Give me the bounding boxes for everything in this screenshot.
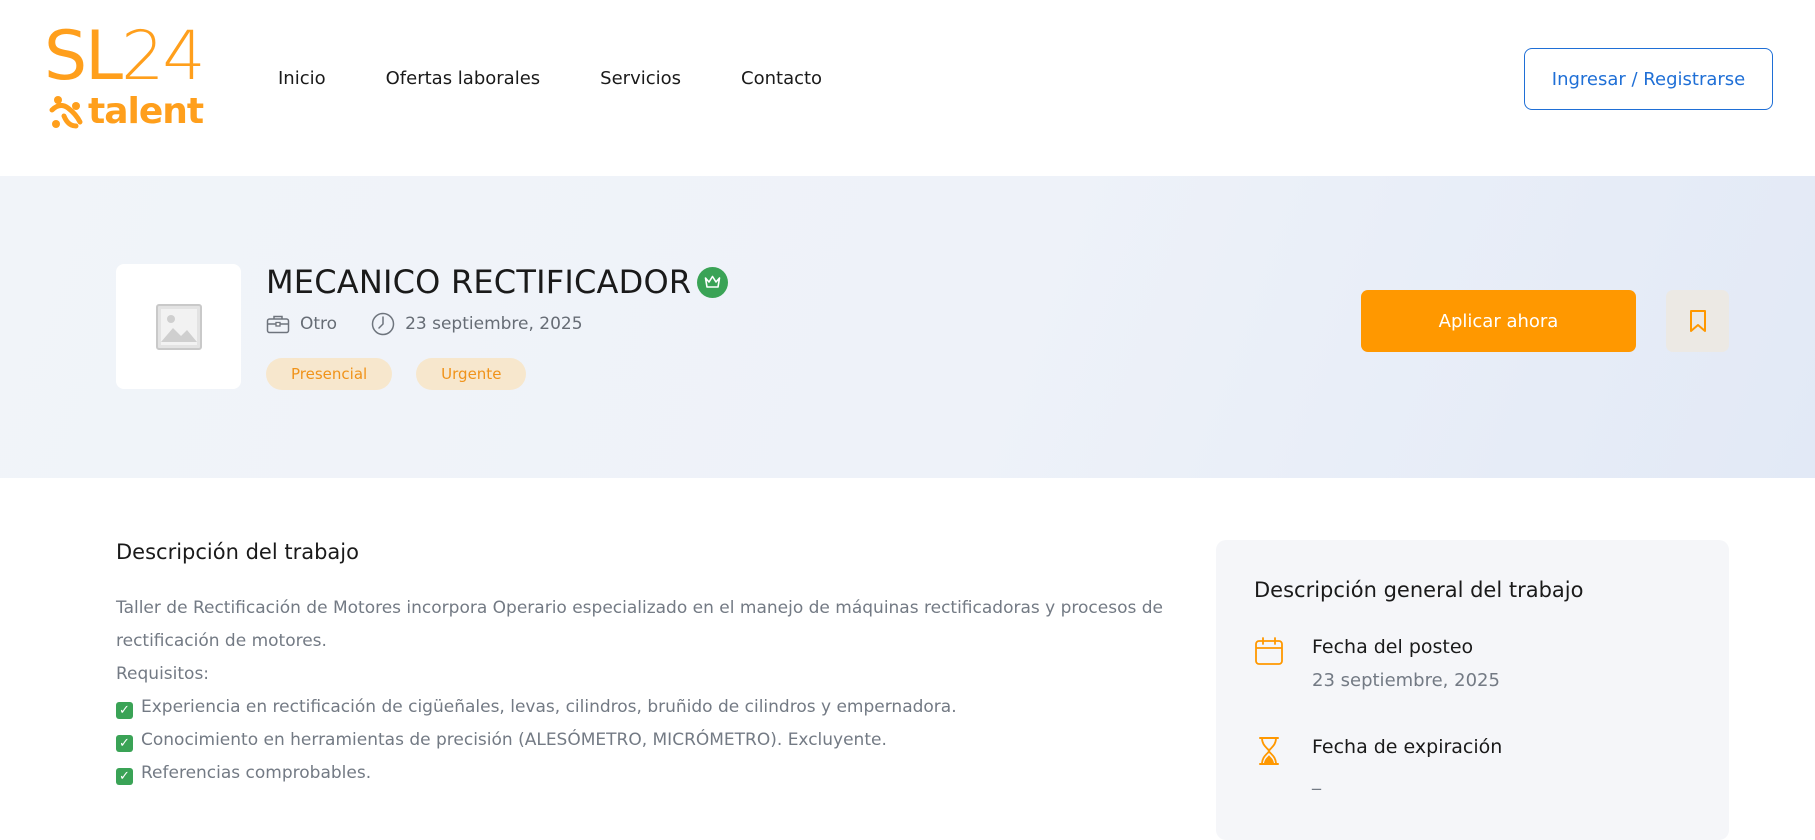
clock-icon: [371, 312, 395, 336]
job-category-label: Otro: [300, 314, 338, 334]
requirement-text: Referencias comprobables.: [141, 763, 372, 783]
main-nav: Inicio Ofertas laborales Servicios Conta…: [278, 66, 882, 92]
job-description-heading: Descripción del trabajo: [116, 540, 359, 564]
overview-posted-date: Fecha del posteo 23 septiembre, 2025: [1254, 636, 1694, 706]
requirement-item: ✓ Conocimiento en herramientas de precisi…: [116, 724, 1116, 757]
logo-people-icon: [49, 96, 83, 129]
job-title: MECANICO RECTIFICADOR: [266, 263, 692, 301]
requirement-item: ✓ Referencias comprobables.: [116, 757, 1116, 790]
calendar-icon: [1255, 637, 1283, 665]
job-title-row: MECANICO RECTIFICADOR: [266, 262, 729, 302]
hourglass-icon: [1259, 737, 1279, 765]
image-placeholder-icon: [155, 303, 202, 350]
posted-date-label: Fecha del posteo: [1312, 636, 1474, 658]
sl24-talent-logo[interactable]: SL24 talent: [44, 23, 214, 134]
job-date: 23 septiembre, 2025: [371, 312, 583, 336]
description-line: Taller de Rectificación de Motores incor…: [116, 598, 1163, 618]
expiry-date-label: Fecha de expiración: [1312, 736, 1503, 758]
tag-urgente[interactable]: Urgente: [416, 358, 527, 390]
overview-expiry-date: Fecha de expiración _: [1254, 736, 1694, 806]
crown-icon: [704, 275, 721, 288]
job-description-body: Taller de Rectificación de Motores incor…: [116, 592, 1163, 790]
overview-title: Descripción general del trabajo: [1254, 578, 1584, 602]
job-hero: MECANICO RECTIFICADOR Otro 23 septiembre…: [0, 176, 1815, 478]
job-date-label: 23 septiembre, 2025: [405, 314, 583, 334]
job-overview-card: Descripción general del trabajo Fecha de…: [1216, 540, 1729, 840]
requirement-text: Experiencia en rectificación de cigüeñal…: [141, 697, 957, 717]
check-icon: ✓: [116, 735, 133, 752]
job-meta: Otro 23 septiembre, 2025: [266, 312, 617, 336]
expiry-date-value: _: [1312, 770, 1321, 791]
check-icon: ✓: [116, 768, 133, 785]
job-category: Otro: [266, 314, 337, 334]
logo-24-text: 24: [121, 17, 206, 96]
site-header: SL24 talent Inicio Ofertas laborales Ser…: [0, 0, 1815, 176]
save-job-button[interactable]: [1666, 290, 1729, 352]
featured-badge: [697, 266, 729, 298]
nav-item-ofertas-laborales[interactable]: Ofertas laborales: [386, 66, 541, 92]
check-icon: ✓: [116, 702, 133, 719]
logo-talent-text: talent: [88, 91, 204, 132]
requirement-text: Conocimiento en herramientas de precisió…: [141, 730, 887, 750]
description-line: Requisitos:: [116, 664, 210, 684]
logo-sl-text: SL: [44, 17, 123, 96]
tag-presencial[interactable]: Presencial: [266, 358, 393, 390]
job-tags: Presencial Urgente: [266, 358, 550, 390]
description-line: rectificación de motores.: [116, 631, 327, 651]
nav-item-servicios[interactable]: Servicios: [600, 66, 681, 92]
nav-item-inicio[interactable]: Inicio: [278, 66, 326, 92]
login-register-button[interactable]: Ingresar / Registrarse: [1524, 48, 1773, 110]
apply-now-button[interactable]: Aplicar ahora: [1361, 290, 1636, 352]
logo-talent-row: talent: [46, 90, 204, 134]
company-thumbnail: [116, 264, 241, 389]
posted-date-value: 23 septiembre, 2025: [1312, 670, 1500, 691]
nav-item-contacto[interactable]: Contacto: [741, 66, 822, 92]
logo-wordmark: SL24: [44, 23, 206, 91]
requirement-item: ✓ Experiencia en rectificación de cigüeña…: [116, 691, 1116, 724]
briefcase-icon: [266, 315, 290, 334]
bookmark-icon: [1689, 310, 1706, 332]
